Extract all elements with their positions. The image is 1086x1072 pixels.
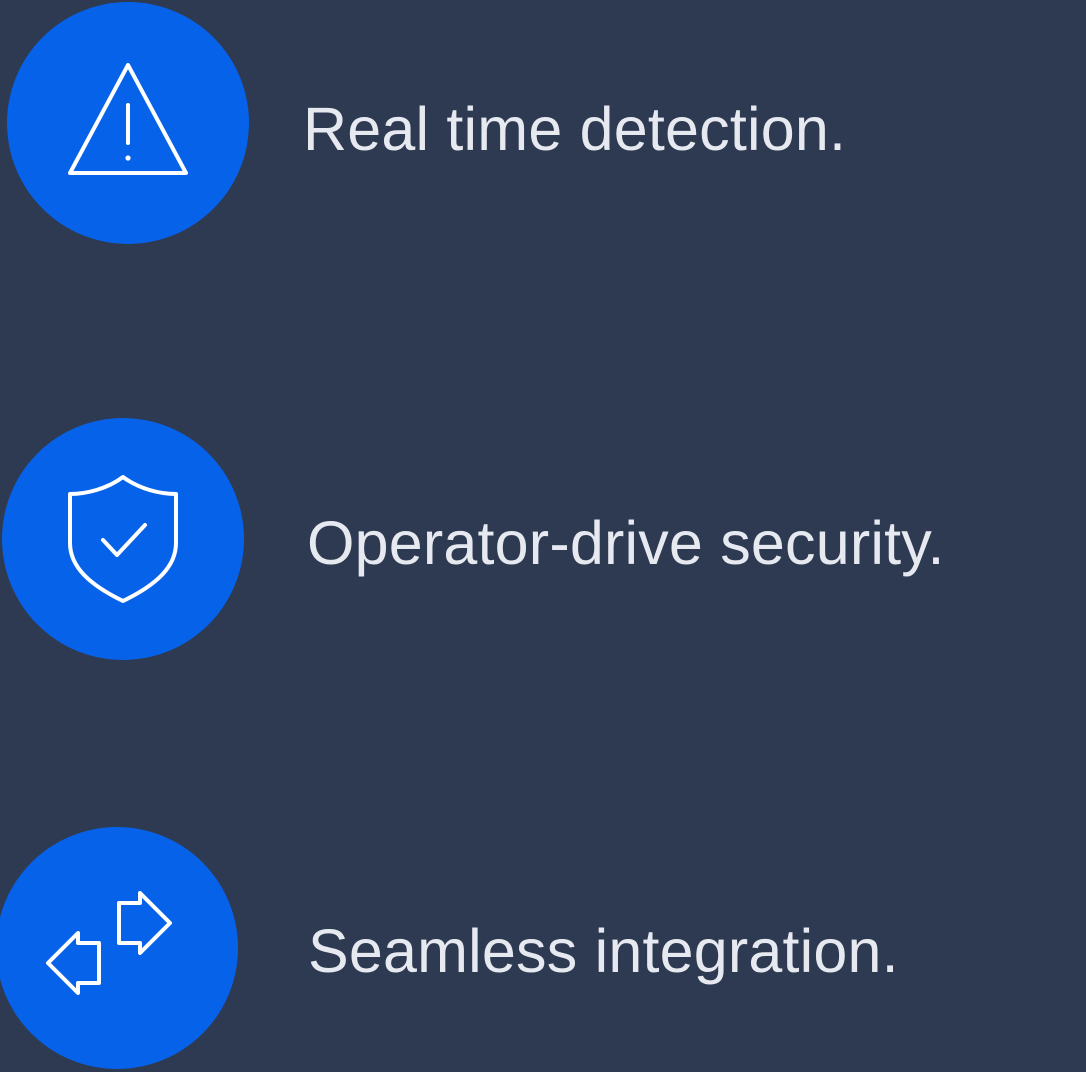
- feature-real-time-detection: Real time detection.: [0, 0, 1086, 250]
- feature-seamless-integration: Seamless integration.: [0, 822, 1086, 1072]
- warning-triangle-icon: [68, 63, 188, 175]
- exchange-arrows-icon: [46, 891, 172, 995]
- feature-label: Real time detection.: [303, 95, 847, 163]
- shield-check-icon: [68, 475, 178, 603]
- feature-icon-badge: [7, 2, 249, 244]
- feature-operator-drive-security: Operator-drive security.: [0, 416, 1086, 666]
- feature-label: Operator-drive security.: [307, 509, 945, 577]
- feature-icon-badge: [0, 827, 238, 1069]
- feature-icon-badge: [2, 418, 244, 660]
- feature-label: Seamless integration.: [308, 917, 899, 985]
